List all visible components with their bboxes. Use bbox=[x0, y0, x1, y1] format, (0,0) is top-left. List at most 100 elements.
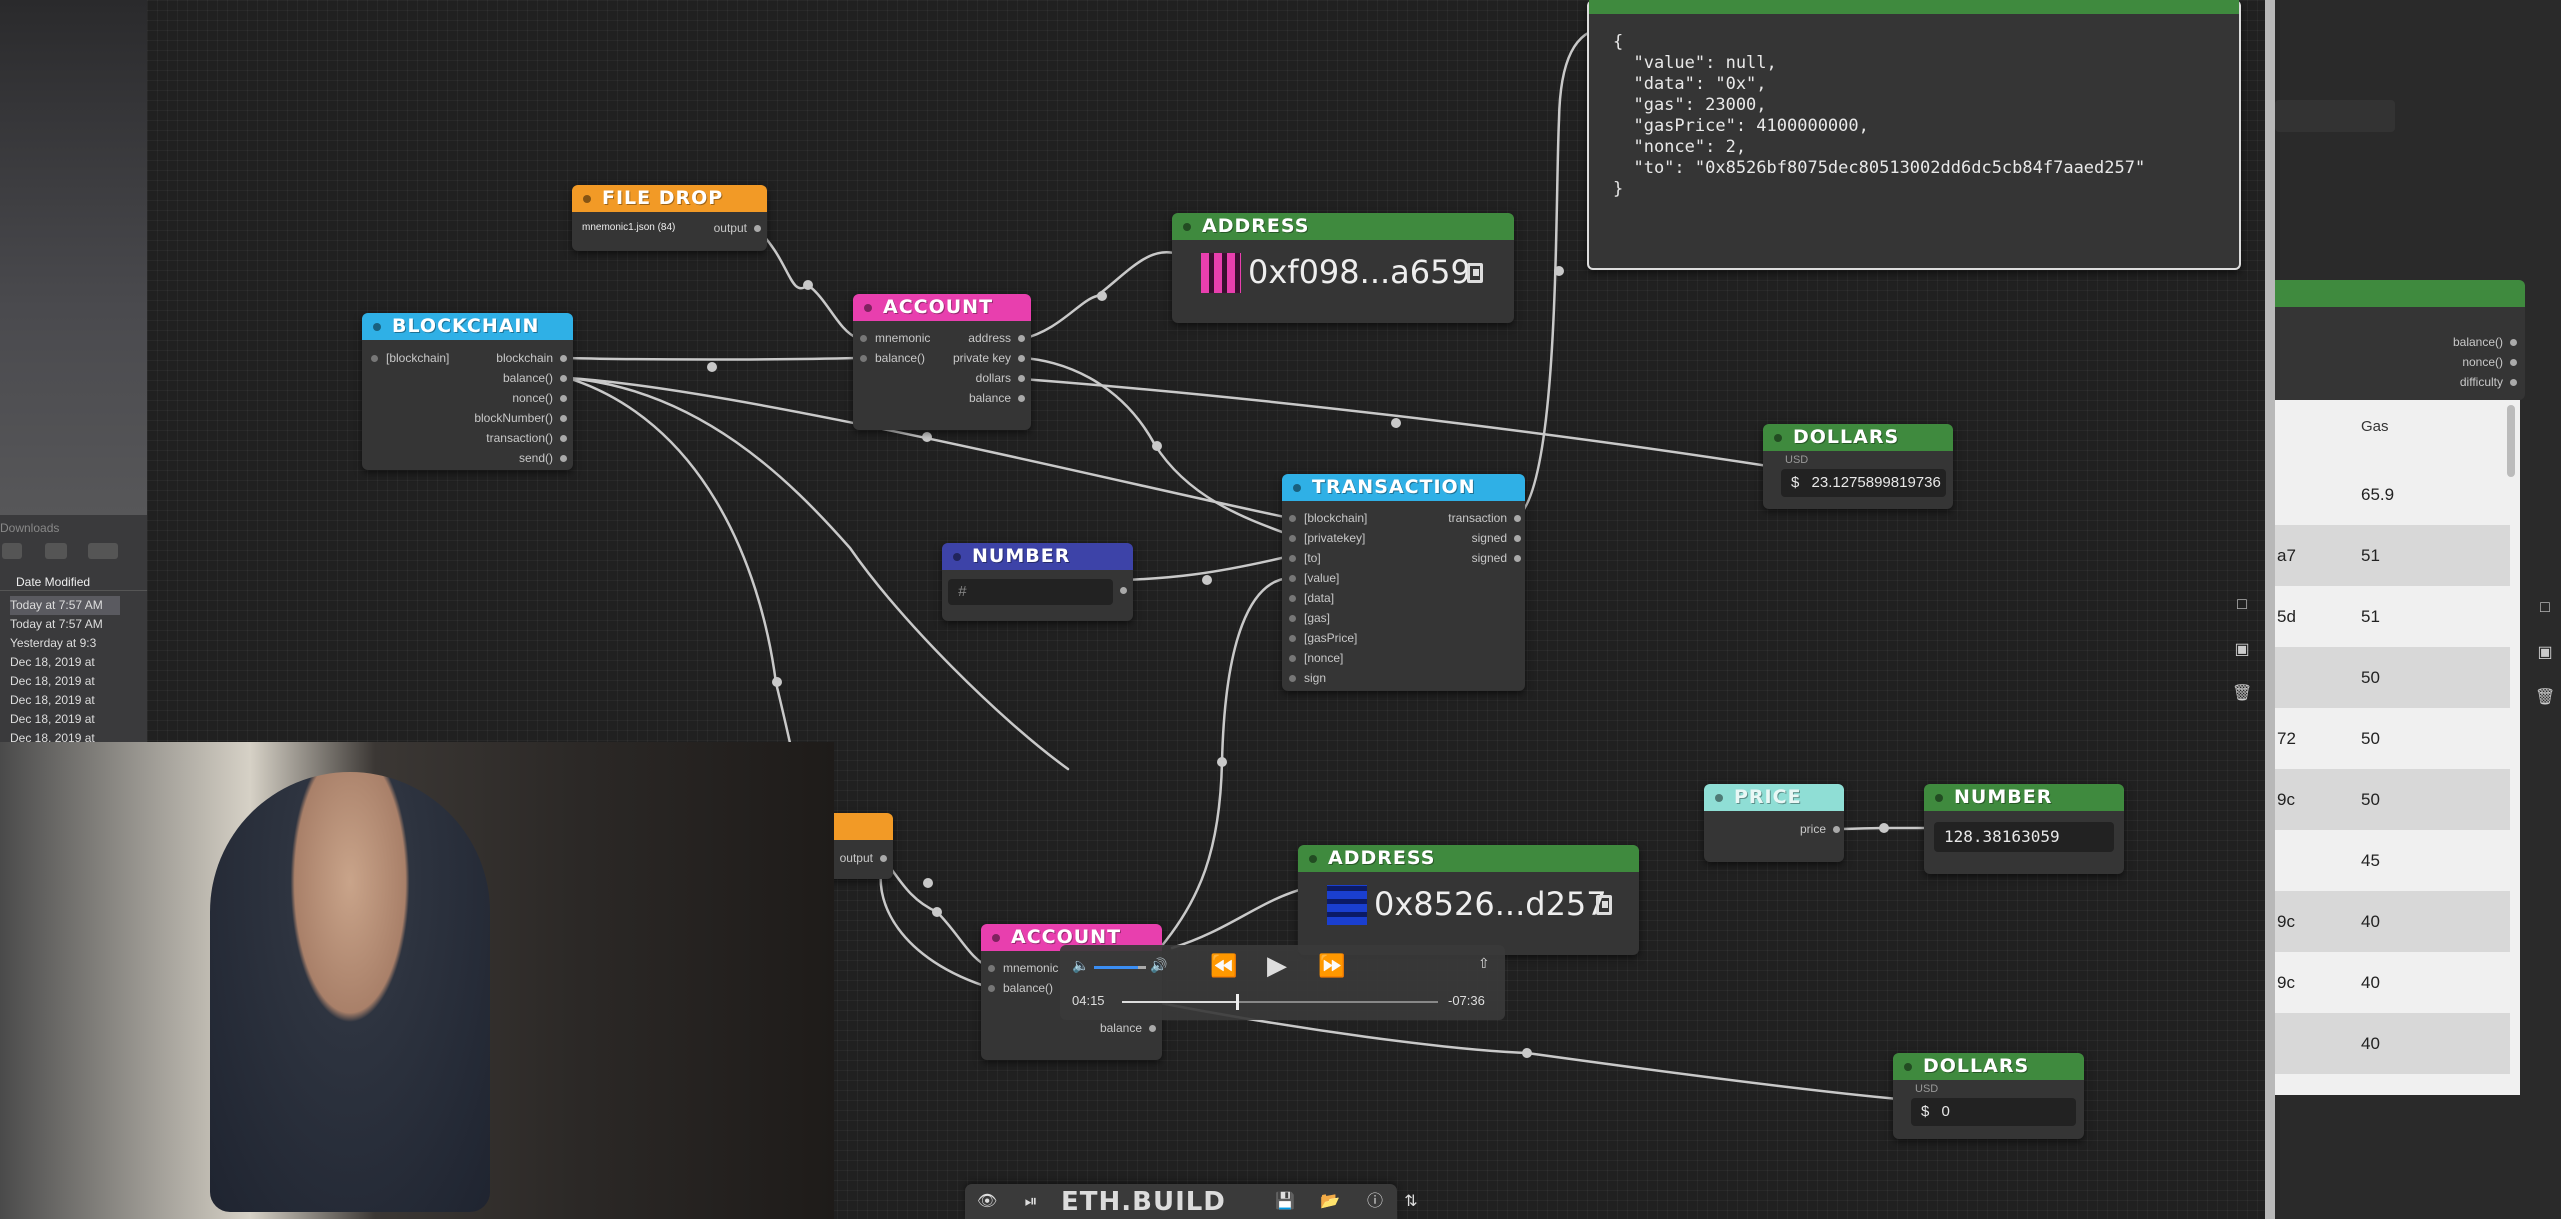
volume-slider[interactable] bbox=[1094, 966, 1146, 969]
object-node[interactable]: { "value": null, "data": "0x", "gas": 23… bbox=[1587, 0, 2241, 270]
account-input-balance[interactable]: balance() bbox=[857, 351, 925, 365]
account-output-address[interactable]: address bbox=[968, 331, 1027, 345]
gas-table-row[interactable]: 9c 40 bbox=[2275, 891, 2510, 952]
finder-row[interactable]: Dec 18, 2019 at bbox=[10, 672, 120, 691]
file-drop-2-output[interactable]: output bbox=[840, 851, 889, 865]
transaction-output-signed[interactable]: signed bbox=[1472, 531, 1523, 545]
address-node[interactable]: ADDRESS 0xf098...a659 bbox=[1172, 213, 1514, 323]
load-icon[interactable]: 📂 bbox=[1320, 1192, 1340, 1212]
dollars-node[interactable]: DOLLARS USD $ 23.1275899819736 bbox=[1763, 424, 1953, 509]
play-icon[interactable]: ▶ bbox=[1267, 950, 1287, 981]
dollars-2-field[interactable]: $ 0 bbox=[1911, 1098, 2076, 1126]
video-controls[interactable]: 🔈 🔊 ⏪ ▶ ⏩ ⇧ 04:15 -07:36 bbox=[1060, 945, 1505, 1020]
account-output-dollars[interactable]: dollars bbox=[976, 371, 1027, 385]
copy-icon-2[interactable] bbox=[1596, 895, 1612, 915]
transaction-input[interactable]: [data] bbox=[1286, 591, 1334, 605]
price-node[interactable]: PRICE price bbox=[1704, 784, 1844, 862]
dollars-node-2[interactable]: DOLLARS USD $ 0 bbox=[1893, 1053, 2084, 1139]
gas-table-row[interactable]: 9c 40 bbox=[2275, 952, 2510, 1013]
copy-icon[interactable] bbox=[1467, 263, 1483, 283]
finder-row[interactable]: Dec 18, 2019 at bbox=[10, 691, 120, 710]
partial-node-output[interactable]: nonce() bbox=[2462, 355, 2519, 369]
partial-node-output[interactable]: balance() bbox=[2453, 335, 2519, 349]
volume-high-icon[interactable]: 🔊 bbox=[1150, 957, 1167, 974]
scrubber-knob[interactable] bbox=[1235, 994, 1239, 1010]
account-2-input-balance[interactable]: balance() bbox=[985, 981, 1053, 995]
select-rect-icon-2[interactable]: □ bbox=[2535, 598, 2555, 618]
eye-icon[interactable]: 👁 bbox=[977, 1192, 997, 1212]
gas-table-row[interactable]: a7 51 bbox=[2275, 525, 2510, 586]
play-circle-icon[interactable]: ⏯ bbox=[1021, 1192, 1041, 1212]
transaction-input[interactable]: [blockchain] bbox=[1286, 511, 1367, 525]
account-output-balance[interactable]: balance bbox=[969, 391, 1027, 405]
share-icon[interactable] bbox=[45, 543, 67, 559]
scrubber[interactable] bbox=[1122, 994, 1438, 1010]
transaction-input[interactable]: [gas] bbox=[1286, 611, 1330, 625]
share-icon-video[interactable]: ⇧ bbox=[1478, 955, 1490, 972]
finder-row[interactable]: Yesterday at 9:3 bbox=[10, 634, 120, 653]
address-node-2[interactable]: ADDRESS 0x8526...d257 bbox=[1298, 845, 1639, 955]
group-icon-2[interactable]: ▣ bbox=[2535, 643, 2555, 663]
file-drop-node[interactable]: FILE DROP mnemonic1.json (84) output bbox=[572, 185, 767, 251]
blockchain-output[interactable]: balance() bbox=[503, 371, 569, 385]
transaction-input[interactable]: sign bbox=[1286, 671, 1326, 685]
gear-icon[interactable] bbox=[2, 543, 22, 559]
transaction-input[interactable]: [to] bbox=[1286, 551, 1321, 565]
finder-row[interactable]: Today at 7:57 AM bbox=[10, 615, 120, 634]
gas-table-row[interactable]: 72 50 bbox=[2275, 708, 2510, 769]
gas-table-row[interactable]: 5d 51 bbox=[2275, 586, 2510, 647]
account-2-output-balance[interactable]: balance bbox=[1100, 1021, 1158, 1035]
select-rect-icon[interactable]: □ bbox=[2232, 595, 2252, 615]
gas-table-row[interactable]: 45 bbox=[2275, 830, 2510, 891]
info-icon[interactable]: ⓘ bbox=[1365, 1192, 1385, 1212]
file-drop-output[interactable]: output bbox=[714, 221, 763, 235]
account-output-private-key[interactable]: private key bbox=[953, 351, 1027, 365]
price-output[interactable]: price bbox=[1800, 822, 1842, 836]
number-node-2[interactable]: NUMBER 128.38163059 bbox=[1924, 784, 2124, 874]
finder-row[interactable]: Dec 18, 2019 at bbox=[10, 653, 120, 672]
finder-row[interactable]: Today at 7:57 AM bbox=[10, 596, 120, 615]
number-node[interactable]: NUMBER # bbox=[942, 543, 1133, 621]
blockchain-input[interactable]: [blockchain] bbox=[368, 351, 449, 365]
group-icon[interactable]: ▣ bbox=[2232, 640, 2252, 660]
blockchain-output[interactable]: nonce() bbox=[512, 391, 569, 405]
gas-table-row[interactable]: 40 bbox=[2275, 1013, 2510, 1074]
partial-node-output[interactable]: difficulty bbox=[2460, 375, 2519, 389]
fast-forward-icon[interactable]: ⏩ bbox=[1318, 953, 1345, 979]
blockchain-node[interactable]: BLOCKCHAIN [blockchain] blockchain balanc… bbox=[362, 313, 573, 470]
number-input[interactable]: # bbox=[948, 579, 1113, 605]
dollars-field[interactable]: $ 23.1275899819736 bbox=[1781, 469, 1946, 497]
transaction-input[interactable]: [value] bbox=[1286, 571, 1339, 585]
tag-icon[interactable] bbox=[88, 543, 118, 559]
gas-table-row[interactable]: 9c 50 bbox=[2275, 769, 2510, 830]
rewind-icon[interactable]: ⏪ bbox=[1210, 953, 1237, 979]
gas-table-row[interactable]: 40 bbox=[2275, 1074, 2510, 1095]
finder-column-header[interactable]: Date Modified bbox=[16, 575, 90, 589]
volume-low-icon[interactable]: 🔈 bbox=[1072, 957, 1089, 974]
gas-table-row[interactable]: 50 bbox=[2275, 647, 2510, 708]
transaction-input[interactable]: [nonce] bbox=[1286, 651, 1343, 665]
account-node[interactable]: ACCOUNT mnemonic balance() address priva… bbox=[853, 294, 1031, 430]
scrollbar[interactable] bbox=[2507, 405, 2515, 477]
gas-header[interactable]: Gas bbox=[2361, 418, 2389, 435]
number-2-value[interactable]: 128.38163059 bbox=[1934, 822, 2114, 852]
blockchain-output[interactable]: send() bbox=[519, 451, 569, 465]
blockchain-output[interactable]: blockchain bbox=[496, 351, 569, 365]
blockchain-output[interactable]: transaction() bbox=[486, 431, 569, 445]
save-icon[interactable]: 💾 bbox=[1275, 1192, 1295, 1212]
partial-node[interactable]: balance() nonce() difficulty bbox=[2275, 280, 2525, 400]
transaction-input[interactable]: [gasPrice] bbox=[1286, 631, 1357, 645]
transaction-input[interactable]: [privatekey] bbox=[1286, 531, 1365, 545]
sort-icon[interactable]: ⇅ bbox=[1401, 1192, 1421, 1212]
trash-icon-2[interactable]: 🗑 bbox=[2535, 688, 2555, 708]
trash-icon[interactable]: 🗑 bbox=[2232, 684, 2252, 704]
finder-row[interactable]: Dec 18, 2019 at bbox=[10, 710, 120, 729]
gas-table-row[interactable]: 65.9 bbox=[2275, 464, 2510, 525]
search-bar[interactable] bbox=[2275, 100, 2395, 132]
transaction-output-signed-2[interactable]: signed bbox=[1472, 551, 1523, 565]
transaction-node[interactable]: TRANSACTION [blockchain] [privatekey] [to]… bbox=[1282, 474, 1525, 691]
account-input-mnemonic[interactable]: mnemonic bbox=[857, 331, 930, 345]
account-2-input-mnemonic[interactable]: mnemonic bbox=[985, 961, 1058, 975]
transaction-output-transaction[interactable]: transaction bbox=[1448, 511, 1523, 525]
blockchain-output[interactable]: blockNumber() bbox=[474, 411, 569, 425]
